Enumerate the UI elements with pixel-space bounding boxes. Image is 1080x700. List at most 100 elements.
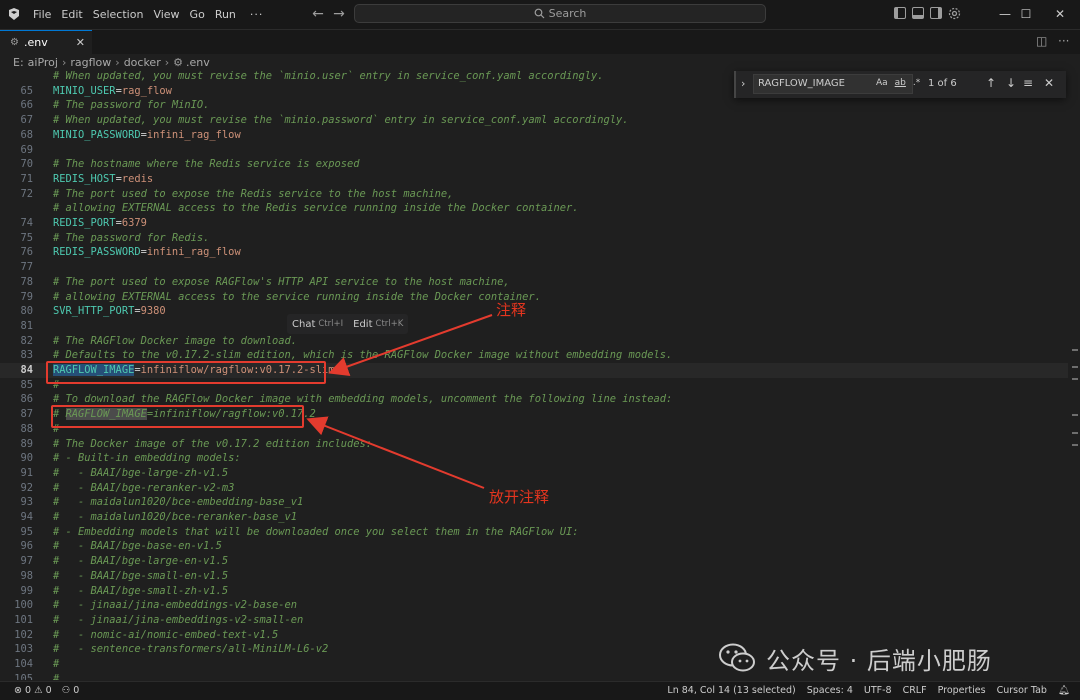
- breadcrumb-docker[interactable]: docker: [124, 56, 161, 69]
- code-line[interactable]: 100 # - jinaai/jina-embeddings-v2-base-en: [0, 598, 1068, 613]
- code-line[interactable]: 72 # The port used to expose the Redis se…: [0, 187, 1068, 202]
- settings-gear-icon[interactable]: [948, 7, 961, 20]
- code-line[interactable]: 81: [0, 319, 1068, 334]
- code-line[interactable]: 67 # When updated, you must revise the `m…: [0, 113, 1068, 128]
- forward-arrow-icon[interactable]: →: [331, 6, 347, 22]
- line-number: 97: [20, 555, 33, 568]
- breadcrumb-file[interactable]: .env: [186, 56, 210, 69]
- command-search-box[interactable]: Search: [354, 4, 766, 23]
- find-in-selection-icon[interactable]: ≡: [1023, 76, 1033, 90]
- use-regex-toggle[interactable]: .*: [913, 78, 920, 88]
- previous-match-arrow-icon[interactable]: ↑: [986, 76, 996, 90]
- back-arrow-icon[interactable]: ←: [310, 6, 326, 22]
- edit-hint[interactable]: Edit: [353, 319, 372, 330]
- breadcrumb-aiproj[interactable]: aiProj: [28, 56, 58, 69]
- breadcrumb-ragflow[interactable]: ragflow: [70, 56, 111, 69]
- line-code: # - maidalun1020/bce-embedding-base_v1: [53, 495, 303, 510]
- end-of-line[interactable]: CRLF: [903, 685, 927, 696]
- edit-shortcut: Ctrl+K: [375, 319, 404, 329]
- match-case-toggle[interactable]: Aa: [876, 78, 888, 88]
- line-number: 65: [20, 84, 33, 97]
- code-line[interactable]: 77: [0, 260, 1068, 275]
- breadcrumb-drive[interactable]: E:: [13, 56, 24, 69]
- menu-go[interactable]: Go: [190, 8, 205, 21]
- menu-more-button[interactable]: ···: [250, 8, 264, 21]
- code-line[interactable]: 99 # - BAAI/bge-small-zh-v1.5: [0, 584, 1068, 599]
- comment-text: # - jinaai/jina-embeddings-v2-small-en: [53, 613, 304, 626]
- code-line[interactable]: 89 # The Docker image of the v0.17.2 edit…: [0, 437, 1068, 452]
- line-number: 77: [20, 261, 33, 274]
- encoding[interactable]: UTF-8: [864, 685, 892, 696]
- code-line[interactable]: 82 # The RAGFlow Docker image to download…: [0, 334, 1068, 349]
- ports-indicator[interactable]: ⚇ 0: [62, 685, 80, 696]
- comment-text: # The port used to expose RAGFlow's HTTP…: [53, 275, 510, 288]
- code-line[interactable]: 96 # - BAAI/bge-base-en-v1.5: [0, 539, 1068, 554]
- line-number: 84: [20, 364, 33, 376]
- ports-count: 0: [73, 685, 80, 696]
- comment-text: # The password for Redis.: [53, 231, 210, 244]
- line-code: # The hostname where the Redis service i…: [53, 157, 360, 172]
- status-bar: ⊗ 0 ⚠ 0 ⚇ 0 Ln 84, Col 14 (13 selected) …: [0, 681, 1080, 700]
- next-match-arrow-icon[interactable]: ↓: [1006, 76, 1016, 90]
- watermark-text: 公众号 · 后端小肥肠: [766, 646, 992, 675]
- code-line[interactable]: 80 SVR_HTTP_PORT=9380: [0, 304, 1068, 319]
- code-line[interactable]: 98 # - BAAI/bge-small-en-v1.5: [0, 569, 1068, 584]
- close-find-icon[interactable]: ✕: [1044, 76, 1054, 90]
- code-line[interactable]: 97 # - BAAI/bge-large-en-v1.5: [0, 554, 1068, 569]
- menu-edit[interactable]: Edit: [61, 8, 82, 21]
- warning-count: 0: [45, 685, 52, 696]
- code-line[interactable]: 75 # The password for Redis.: [0, 231, 1068, 246]
- ports-icon: ⚇: [61, 685, 71, 696]
- line-code: # The Docker image of the v0.17.2 editio…: [53, 437, 372, 452]
- chat-hint[interactable]: Chat: [292, 319, 315, 330]
- code-line[interactable]: 66 # The password for MinIO.: [0, 98, 1068, 113]
- menu-selection[interactable]: Selection: [93, 8, 144, 21]
- code-line[interactable]: 70 # The hostname where the Redis service…: [0, 157, 1068, 172]
- toggle-secondary-sidebar-icon[interactable]: [930, 7, 942, 19]
- code-line[interactable]: 91 # - BAAI/bge-large-zh-v1.5: [0, 466, 1068, 481]
- line-code: # - maidalun1020/bce-reranker-base_v1: [53, 510, 297, 525]
- menu-view[interactable]: View: [153, 8, 179, 21]
- cursor-tab-status[interactable]: Cursor Tab: [997, 685, 1047, 696]
- close-window-button[interactable]: ✕: [1040, 0, 1080, 29]
- scrollbar-marker: [1072, 432, 1078, 434]
- toggle-primary-sidebar-icon[interactable]: [894, 7, 906, 19]
- problems-indicator[interactable]: ⊗ 0 ⚠ 0: [14, 685, 52, 696]
- code-line[interactable]: 90 # - Built-in embedding models:: [0, 451, 1068, 466]
- tab-env[interactable]: ⚙ .env ✕: [0, 30, 92, 54]
- comment-text: # When updated, you must revise the `min…: [53, 114, 629, 127]
- match-whole-word-toggle[interactable]: ab: [895, 78, 906, 88]
- menu-file[interactable]: File: [33, 8, 51, 21]
- code-line[interactable]: 74 REDIS_PORT=6379: [0, 216, 1068, 231]
- indentation[interactable]: Spaces: 4: [807, 685, 853, 696]
- line-code: # - jinaai/jina-embeddings-v2-small-en: [53, 613, 303, 628]
- split-editor-icon[interactable]: ◫: [1036, 34, 1047, 48]
- code-line[interactable]: 79 # allowing EXTERNAL access to the serv…: [0, 290, 1068, 305]
- code-line[interactable]: 94 # - maidalun1020/bce-reranker-base_v1: [0, 510, 1068, 525]
- code-line[interactable]: 101 # - jinaai/jina-embeddings-v2-small-e…: [0, 613, 1068, 628]
- more-actions-icon[interactable]: ···: [1058, 34, 1069, 48]
- code-line[interactable]: 95 # - Embedding models that will be down…: [0, 525, 1068, 540]
- toggle-panel-icon[interactable]: [912, 7, 924, 19]
- comment-text: #: [53, 658, 60, 670]
- language-mode[interactable]: Properties: [938, 685, 986, 696]
- scrollbar-marker: [1072, 414, 1078, 416]
- line-number: 101: [14, 613, 33, 626]
- code-line[interactable]: 68 MINIO_PASSWORD=infini_rag_flow: [0, 128, 1068, 143]
- code-line[interactable]: 71 REDIS_HOST=redis: [0, 172, 1068, 187]
- line-code: REDIS_PASSWORD=infini_rag_flow: [53, 245, 241, 260]
- line-number: 76: [20, 246, 33, 259]
- code-line[interactable]: 69: [0, 143, 1068, 158]
- code-line[interactable]: # allowing EXTERNAL access to the Redis …: [0, 201, 1068, 216]
- code-line[interactable]: 78 # The port used to expose RAGFlow's HT…: [0, 275, 1068, 290]
- menu-run[interactable]: Run: [215, 8, 236, 21]
- notifications-bell-icon[interactable]: 🔔︎: [1058, 685, 1070, 696]
- tab-bar: ⚙ .env ✕ ◫ ···: [0, 30, 1080, 54]
- toggle-replace-chevron-icon[interactable]: ›: [741, 77, 745, 90]
- line-number: 88: [20, 422, 33, 435]
- cursor-position[interactable]: Ln 84, Col 14 (13 selected): [667, 685, 795, 696]
- line-number: 103: [14, 643, 33, 656]
- code-line[interactable]: 76 REDIS_PASSWORD=infini_rag_flow: [0, 245, 1068, 260]
- tab-close-icon[interactable]: ✕: [76, 36, 85, 49]
- line-code: # - BAAI/bge-small-en-v1.5: [53, 569, 228, 584]
